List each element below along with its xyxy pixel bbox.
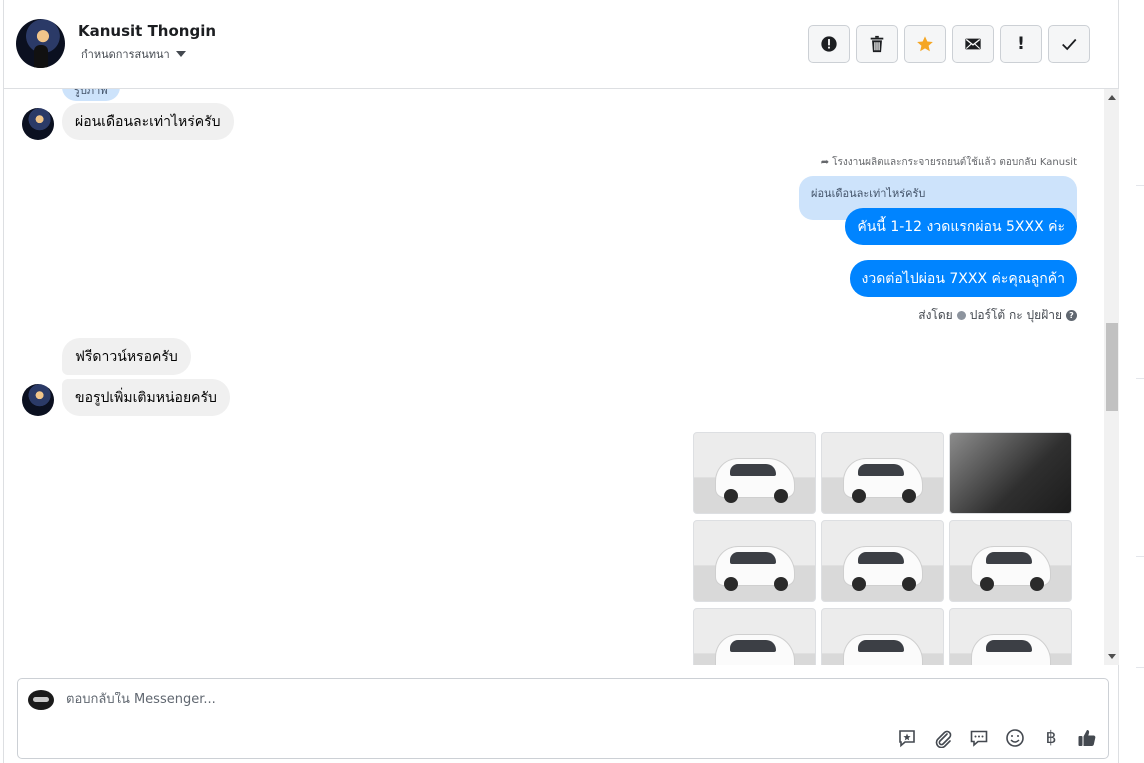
scroll-thumb[interactable] — [1106, 323, 1118, 411]
contact-name[interactable]: Kanusit Thongin — [78, 22, 216, 40]
car-photo-rear-left[interactable] — [693, 520, 816, 602]
message-thread[interactable]: รูปภาพ ผ่อนเดือนละเท่าไหร่ครับ ➦ โรงงานผ… — [4, 89, 1104, 665]
divider — [1136, 185, 1144, 186]
divider — [1136, 378, 1144, 379]
avatar[interactable] — [16, 19, 65, 68]
attach-file-button[interactable] — [932, 727, 954, 749]
wheel — [980, 577, 994, 591]
trash-icon — [870, 35, 884, 53]
car-photo-side-right[interactable] — [949, 608, 1072, 665]
check-icon — [1062, 38, 1077, 51]
partial-media-label: รูปภาพ — [74, 89, 108, 97]
incoming-message[interactable]: ขอรูปเพิ่มเติมหน่อยครับ — [62, 379, 230, 416]
thread-scrollbar[interactable] — [1104, 89, 1120, 665]
scroll-down-arrow[interactable] — [1108, 654, 1116, 659]
outgoing-message[interactable]: คันนี้ 1-12 งวดแรกผ่อน 5XXX ค่ะ — [845, 208, 1077, 245]
divider — [1136, 667, 1144, 668]
message-text: ผ่อนเดือนละเท่าไหร่ครับ — [75, 113, 221, 130]
reply-composer: ฿ — [17, 678, 1109, 759]
wheel — [902, 489, 916, 503]
car-photo-interior[interactable] — [949, 432, 1072, 514]
car-shape — [716, 635, 794, 665]
sent-by-info: ส่งโดย ปอร์โต้ กะ ปุยฝ้าย ? — [918, 306, 1077, 325]
sent-by-name: ปอร์โต้ กะ ปุยฝ้าย — [969, 308, 1062, 322]
star-icon — [917, 36, 933, 52]
star-button[interactable] — [904, 25, 946, 63]
car-shape — [844, 635, 922, 665]
wheel — [852, 577, 866, 591]
attachment-icon — [935, 730, 952, 748]
divider — [1136, 556, 1144, 557]
reply-input[interactable] — [66, 692, 886, 707]
delete-button[interactable] — [856, 25, 898, 63]
chat-bubble-icon — [970, 730, 988, 747]
car-photo-side-left[interactable] — [821, 608, 944, 665]
adjacent-panel-edge — [1119, 0, 1144, 763]
avatar[interactable] — [22, 384, 54, 416]
thumbs-up-icon — [1078, 730, 1096, 746]
sent-by-prefix: ส่งโดย — [918, 308, 953, 322]
like-button[interactable] — [1076, 727, 1098, 749]
emoji-icon — [1006, 729, 1024, 747]
quick-reply-button[interactable] — [968, 727, 990, 749]
exclamation-icon: ! — [1017, 34, 1025, 54]
inbox-conversation-panel: Kanusit Thongin กำหนดการสนทนา ! รูปภาพ ผ… — [3, 0, 1120, 763]
emoji-button[interactable] — [1004, 727, 1026, 749]
reply-context-text: โรงงานผลิตและกระจายรถยนต์ใช้แล้ว ตอบกลับ… — [832, 157, 1077, 168]
envelope-icon — [965, 38, 981, 50]
car-photo-front-left[interactable] — [693, 432, 816, 514]
reply-arrow-icon: ➦ — [820, 157, 830, 168]
mark-unread-button[interactable] — [952, 25, 994, 63]
scroll-up-arrow[interactable] — [1108, 95, 1116, 100]
wheel — [724, 489, 738, 503]
saved-reply-icon — [899, 730, 915, 748]
incoming-message[interactable]: ผ่อนเดือนละเท่าไหร่ครับ — [62, 103, 234, 140]
wheel — [724, 577, 738, 591]
payment-button[interactable]: ฿ — [1040, 727, 1062, 749]
car-shape — [972, 635, 1050, 665]
message-text: ฟรีดาวน์หรอครับ — [75, 348, 178, 365]
help-icon[interactable]: ? — [1066, 310, 1077, 321]
car-photo-front-right[interactable] — [821, 520, 944, 602]
car-photo-rear[interactable] — [949, 520, 1072, 602]
page-avatar — [28, 690, 54, 710]
header-actions: ! — [808, 25, 1090, 63]
verified-icon — [956, 311, 966, 320]
reply-context: ➦ โรงงานผลิตและกระจายรถยนต์ใช้แล้ว ตอบกล… — [821, 155, 1077, 170]
avatar[interactable] — [22, 108, 54, 140]
mark-spam-button[interactable] — [808, 25, 850, 63]
composer-tools: ฿ — [896, 727, 1098, 749]
wheel — [852, 489, 866, 503]
car-photo-rear-angle[interactable] — [693, 608, 816, 665]
car-photo-front[interactable] — [821, 432, 944, 514]
conversation-options-label: กำหนดการสนทนา — [81, 48, 170, 61]
outgoing-message[interactable]: งวดต่อไปผ่อน 7XXX ค่ะคุณลูกค้า — [849, 260, 1077, 297]
message-text: ขอรูปเพิ่มเติมหน่อยครับ — [75, 389, 217, 406]
saved-reply-button[interactable] — [896, 727, 918, 749]
partial-media-bubble: รูปภาพ — [62, 89, 120, 101]
alert-circle-icon — [821, 36, 837, 52]
baht-icon: ฿ — [1045, 728, 1057, 748]
quoted-text: ผ่อนเดือนละเท่าไหร่ครับ — [811, 187, 926, 200]
message-text: คันนี้ 1-12 งวดแรกผ่อน 5XXX ค่ะ — [857, 218, 1065, 235]
wheel — [902, 577, 916, 591]
wheel — [774, 577, 788, 591]
mark-done-button[interactable] — [1048, 25, 1090, 63]
conversation-header: Kanusit Thongin กำหนดการสนทนา ! — [4, 0, 1120, 89]
message-text: งวดต่อไปผ่อน 7XXX ค่ะคุณลูกค้า — [861, 270, 1066, 287]
conversation-options[interactable]: กำหนดการสนทนา — [81, 45, 186, 63]
incoming-message[interactable]: ฟรีดาวน์หรอครับ — [62, 338, 191, 375]
wheel — [1030, 577, 1044, 591]
follow-up-button[interactable]: ! — [1000, 25, 1042, 63]
chevron-down-icon — [175, 51, 186, 57]
wheel — [774, 489, 788, 503]
